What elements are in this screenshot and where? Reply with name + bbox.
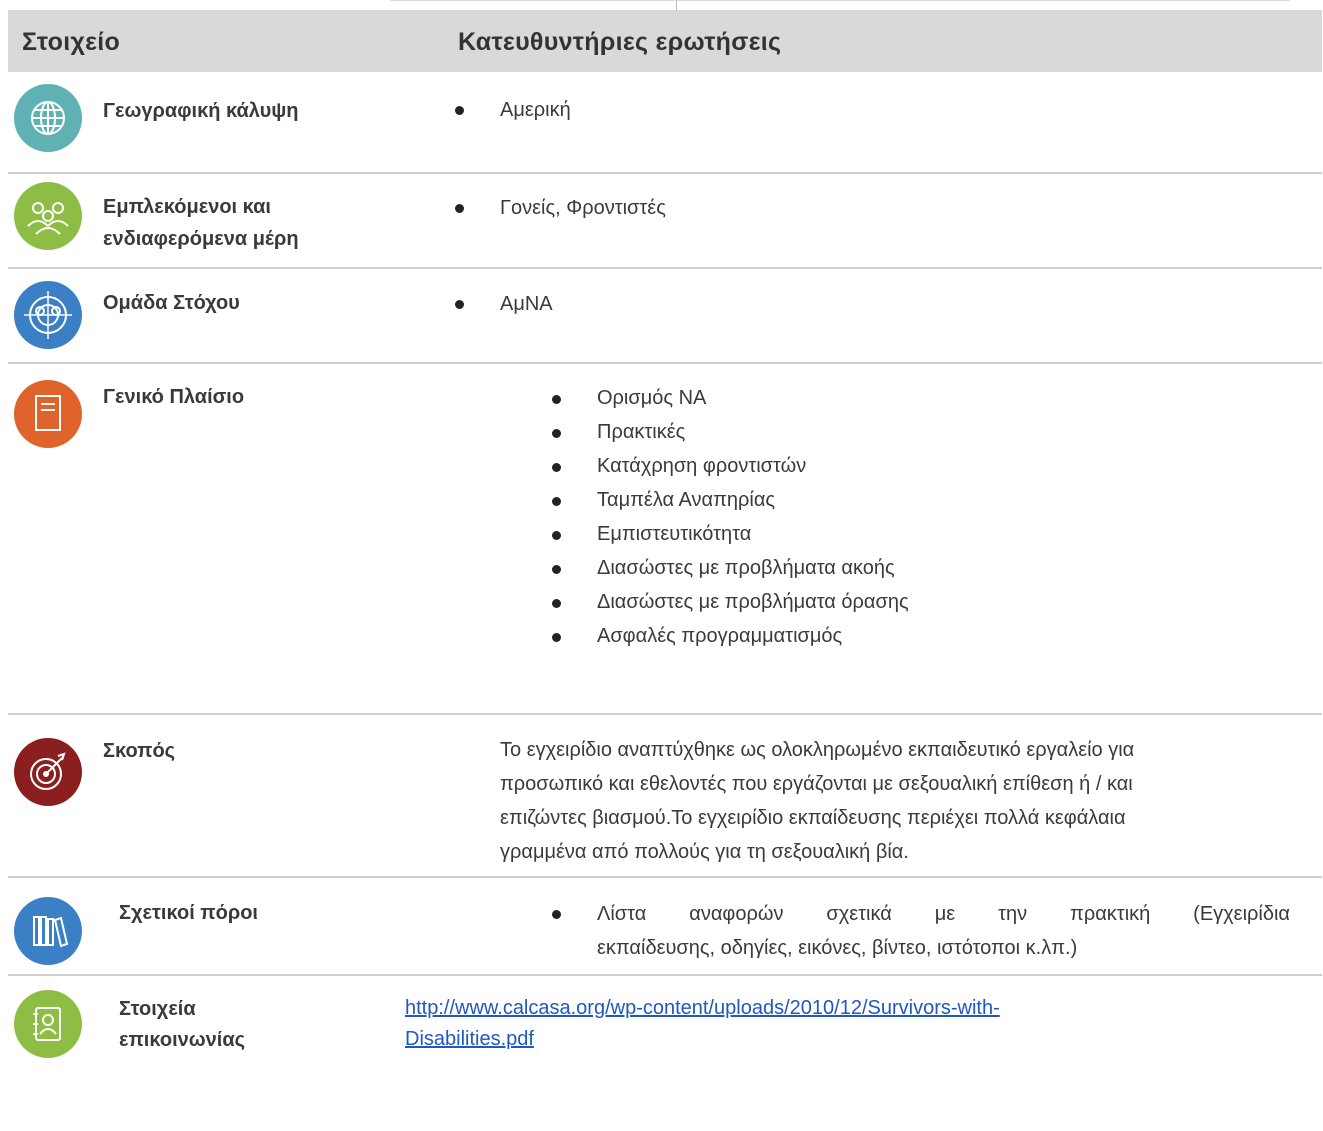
purpose-line: Το εγχειρίδιο αναπτύχθηκε ως ολοκληρωμέν… [500,739,1135,761]
list-item: Διασώστες με προβλήματα ακοής [597,557,895,579]
row-divider [8,713,1322,715]
list-item: Αμερική [500,99,571,121]
contact-link-line-1[interactable]: http://www.calcasa.org/wp-content/upload… [405,993,1000,1023]
header-questions: Κατευθυντήριες ερωτήσεις [458,28,782,56]
globe-icon [14,84,82,152]
resources-line-2: εκπαίδευσης, οδηγίες, εικόνες, βίντεο, ι… [597,937,1078,959]
bullet [552,633,561,642]
list-item: Διασώστες με προβλήματα όρασης [597,591,909,613]
label-contact-1: Στοιχεία [119,998,196,1020]
bullet [552,497,561,506]
bullet [455,300,464,309]
resources-line-1: Λίστα αναφορών σχετικά με την πρακτική (… [597,903,1290,925]
row-divider [8,974,1322,976]
row-divider [8,362,1322,364]
row-divider [8,172,1322,174]
list-item: Πρακτικές [597,421,686,443]
bullet [552,429,561,438]
list-item: Ταμπέλα Αναπηρίας [597,489,776,511]
list-item: Εμπιστευτικότητα [597,523,752,545]
books-icon [14,897,82,965]
label-contact-2: επικοινωνίας [119,1029,246,1051]
label-stakeholders-1: Εμπλεκόμενοι και [103,196,271,218]
list-item: Ασφαλές προγραμματισμός [597,625,843,647]
purpose-line: προσωπικό και εθελοντές που εργάζονται μ… [500,773,1133,795]
bullet [552,599,561,608]
bullet [552,531,561,540]
top-tick [676,0,677,10]
list-item: Κατάχρηση φροντιστών [597,455,807,477]
label-target-group: Ομάδα Στόχου [103,292,240,314]
people-group-icon [14,182,82,250]
label-general-context: Γενικό Πλαίσιο [103,386,245,408]
list-item: Ορισμός ΝΑ [597,387,707,409]
bullet [552,463,561,472]
top-rule [390,0,1290,1]
document-icon [14,380,82,448]
purpose-line: επιζώντες βιασμού.Το εγχειρίδιο εκπαίδευ… [500,807,1126,829]
row-divider [8,876,1322,878]
contact-book-icon [14,990,82,1058]
label-related-resources: Σχετικοί πόροι [119,902,258,924]
label-geographic-coverage: Γεωγραφική κάλυψη [103,100,299,122]
header-element: Στοιχείο [22,28,121,56]
row-divider [8,267,1322,269]
purpose-line: γραμμένα από πολλούς για τη σεξουαλική β… [500,841,909,863]
contact-link-line-2[interactable]: Disabilities.pdf [405,1024,534,1054]
bullet [455,204,464,213]
bullet [455,106,464,115]
table-header: Στοιχείο Κατευθυντήριες ερωτήσεις [8,10,1322,72]
bullet [552,910,561,919]
label-stakeholders-2: ενδιαφερόμενα μέρη [103,228,299,250]
bullet [552,395,561,404]
bullseye-icon [14,738,82,806]
target-group-icon [14,281,82,349]
label-purpose: Σκοπός [103,740,176,762]
list-item: Γονείς, Φροντιστές [500,197,666,219]
list-item: ΑμΝΑ [500,293,553,315]
bullet [552,565,561,574]
